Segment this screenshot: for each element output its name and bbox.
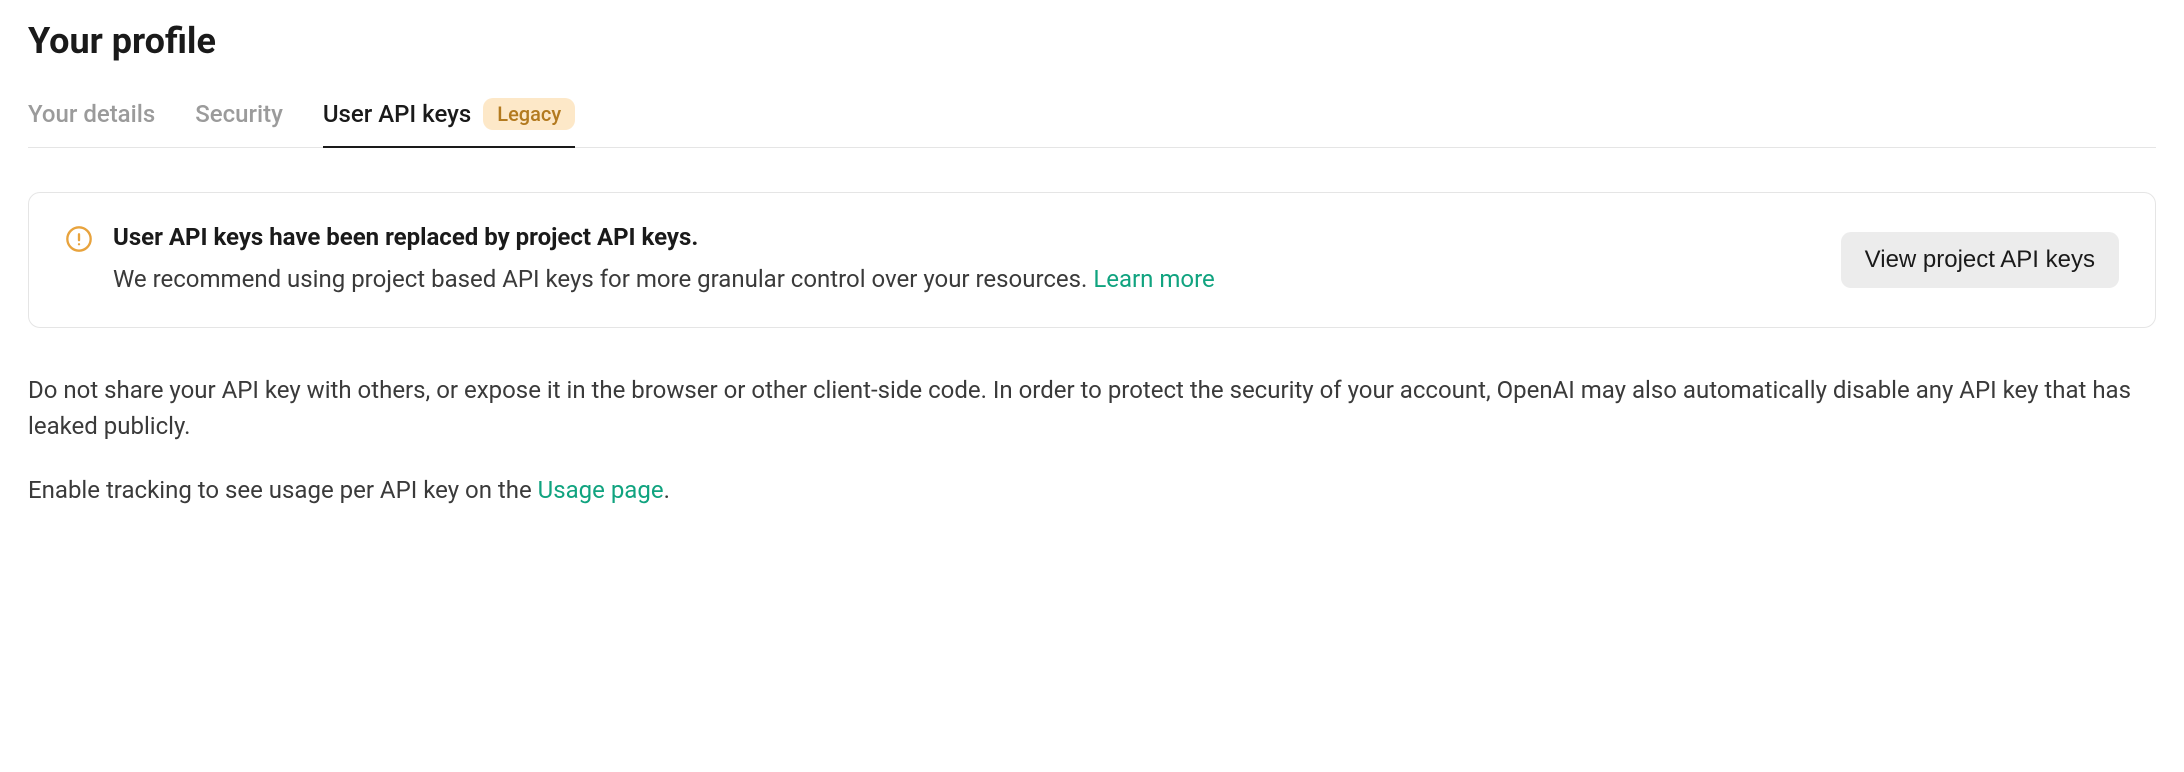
view-project-api-keys-button[interactable]: View project API keys [1841,232,2119,288]
tab-label: Security [195,100,283,128]
tab-security[interactable]: Security [195,100,283,146]
usage-tracking-text: Enable tracking to see usage per API key… [28,472,2156,508]
alert-title: User API keys have been replaced by proj… [113,223,1821,251]
alert-description: We recommend using project based API key… [113,261,1821,297]
info-icon [65,225,93,257]
alert-box: User API keys have been replaced by proj… [28,192,2156,328]
tab-your-details[interactable]: Your details [28,100,155,146]
tab-label: User API keys [323,100,471,128]
usage-prefix: Enable tracking to see usage per API key… [28,476,538,504]
usage-suffix: . [664,476,670,504]
tab-label: Your details [28,100,155,128]
security-warning-text: Do not share your API key with others, o… [28,372,2156,444]
tabs-bar: Your details Security User API keys Lega… [28,98,2156,148]
legacy-badge: Legacy [483,98,575,130]
tab-user-api-keys[interactable]: User API keys Legacy [323,98,575,148]
page-title: Your profile [28,20,2156,62]
learn-more-link[interactable]: Learn more [1093,265,1214,293]
alert-desc-text: We recommend using project based API key… [113,265,1093,293]
alert-content: User API keys have been replaced by proj… [113,223,1821,297]
usage-page-link[interactable]: Usage page [538,476,664,504]
